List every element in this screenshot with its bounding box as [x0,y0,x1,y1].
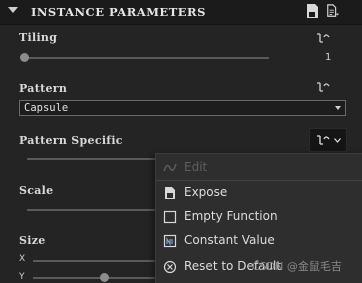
size-x-slider-track[interactable] [33,260,155,262]
size-y-slider-track[interactable] [33,277,155,279]
pattern-select[interactable]: Capsule [19,100,346,116]
size-x-label: X [19,254,26,264]
chevron-down-icon [334,138,341,143]
menu-item-edit[interactable]: Edit [156,156,362,181]
function-menu-button[interactable] [309,128,347,152]
menu-item-constant-value[interactable]: Constant Value [156,229,362,253]
function-curve-icon[interactable] [316,80,330,94]
section-title: INSTANCE PARAMETERS [31,5,206,19]
pattern-specific-label: Pattern Specific [19,134,123,147]
size-y-label: Y [19,272,25,282]
tiling-slider-track[interactable] [22,57,269,59]
curve-icon [163,163,177,172]
document-menu-icon[interactable] [326,3,340,19]
pattern-specific-slider-track[interactable] [27,158,155,160]
function-curve-icon [317,135,330,145]
empty-function-icon [163,210,177,224]
scale-label: Scale [19,184,54,197]
reset-icon [163,260,177,274]
tiling-slider-knob[interactable] [20,53,29,62]
scale-slider-track[interactable] [27,209,155,211]
dropdown-arrow-icon [335,106,341,110]
menu-item-label: Expose [184,185,228,199]
menu-item-label: Edit [184,160,208,174]
menu-item-expose[interactable]: Expose [156,181,362,205]
tiling-label: Tiling [19,31,58,44]
menu-item-empty-function[interactable]: Empty Function [156,205,362,229]
watermark: CSDN @金鼠毛吉 [252,260,342,273]
constant-value-icon [163,234,177,248]
preset-icon[interactable] [305,3,319,19]
tiling-value[interactable]: 1 [325,52,331,63]
size-y-slider-knob[interactable] [100,273,109,282]
pattern-select-value: Capsule [24,102,69,114]
collapse-chevron-icon[interactable] [8,7,18,13]
function-curve-icon[interactable] [316,31,330,45]
expose-icon [165,187,175,199]
menu-item-label: Constant Value [184,233,275,247]
size-label: Size [19,234,46,247]
menu-item-label: Empty Function [184,209,278,223]
section-header[interactable]: INSTANCE PARAMETERS [0,0,362,25]
pattern-label: Pattern [19,82,68,95]
